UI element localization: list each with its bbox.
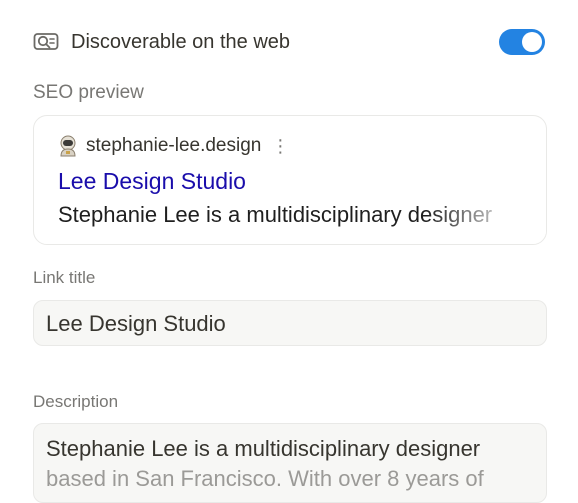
search-preview-icon bbox=[33, 31, 61, 53]
seo-site-row: stephanie-lee.design ⋮ bbox=[58, 135, 289, 157]
seo-title: Lee Design Studio bbox=[58, 168, 246, 194]
toggle-knob bbox=[522, 32, 542, 52]
seo-preview-card: stephanie-lee.design ⋮ Lee Design Studio… bbox=[33, 115, 547, 245]
seo-preview-label: SEO preview bbox=[33, 82, 144, 103]
astronaut-favicon-icon bbox=[58, 135, 78, 157]
seo-site-url: stephanie-lee.design bbox=[86, 135, 262, 156]
description-textarea[interactable]: Stephanie Lee is a multidisciplinary des… bbox=[33, 423, 547, 503]
link-title-input[interactable]: Lee Design Studio bbox=[33, 300, 547, 346]
description-label: Description bbox=[33, 392, 119, 411]
discoverable-row: Discoverable on the web bbox=[33, 27, 545, 57]
link-title-label: Link title bbox=[33, 268, 96, 287]
description-line-1: Stephanie Lee is a multidisciplinary des… bbox=[46, 436, 481, 461]
description-line-2: based in San Francisco. With over 8 year… bbox=[46, 466, 484, 491]
discoverable-label: Discoverable on the web bbox=[71, 30, 291, 53]
discoverable-toggle[interactable] bbox=[499, 29, 545, 55]
more-options-icon[interactable]: ⋮ bbox=[271, 136, 289, 157]
text-fade-overlay bbox=[426, 196, 546, 236]
